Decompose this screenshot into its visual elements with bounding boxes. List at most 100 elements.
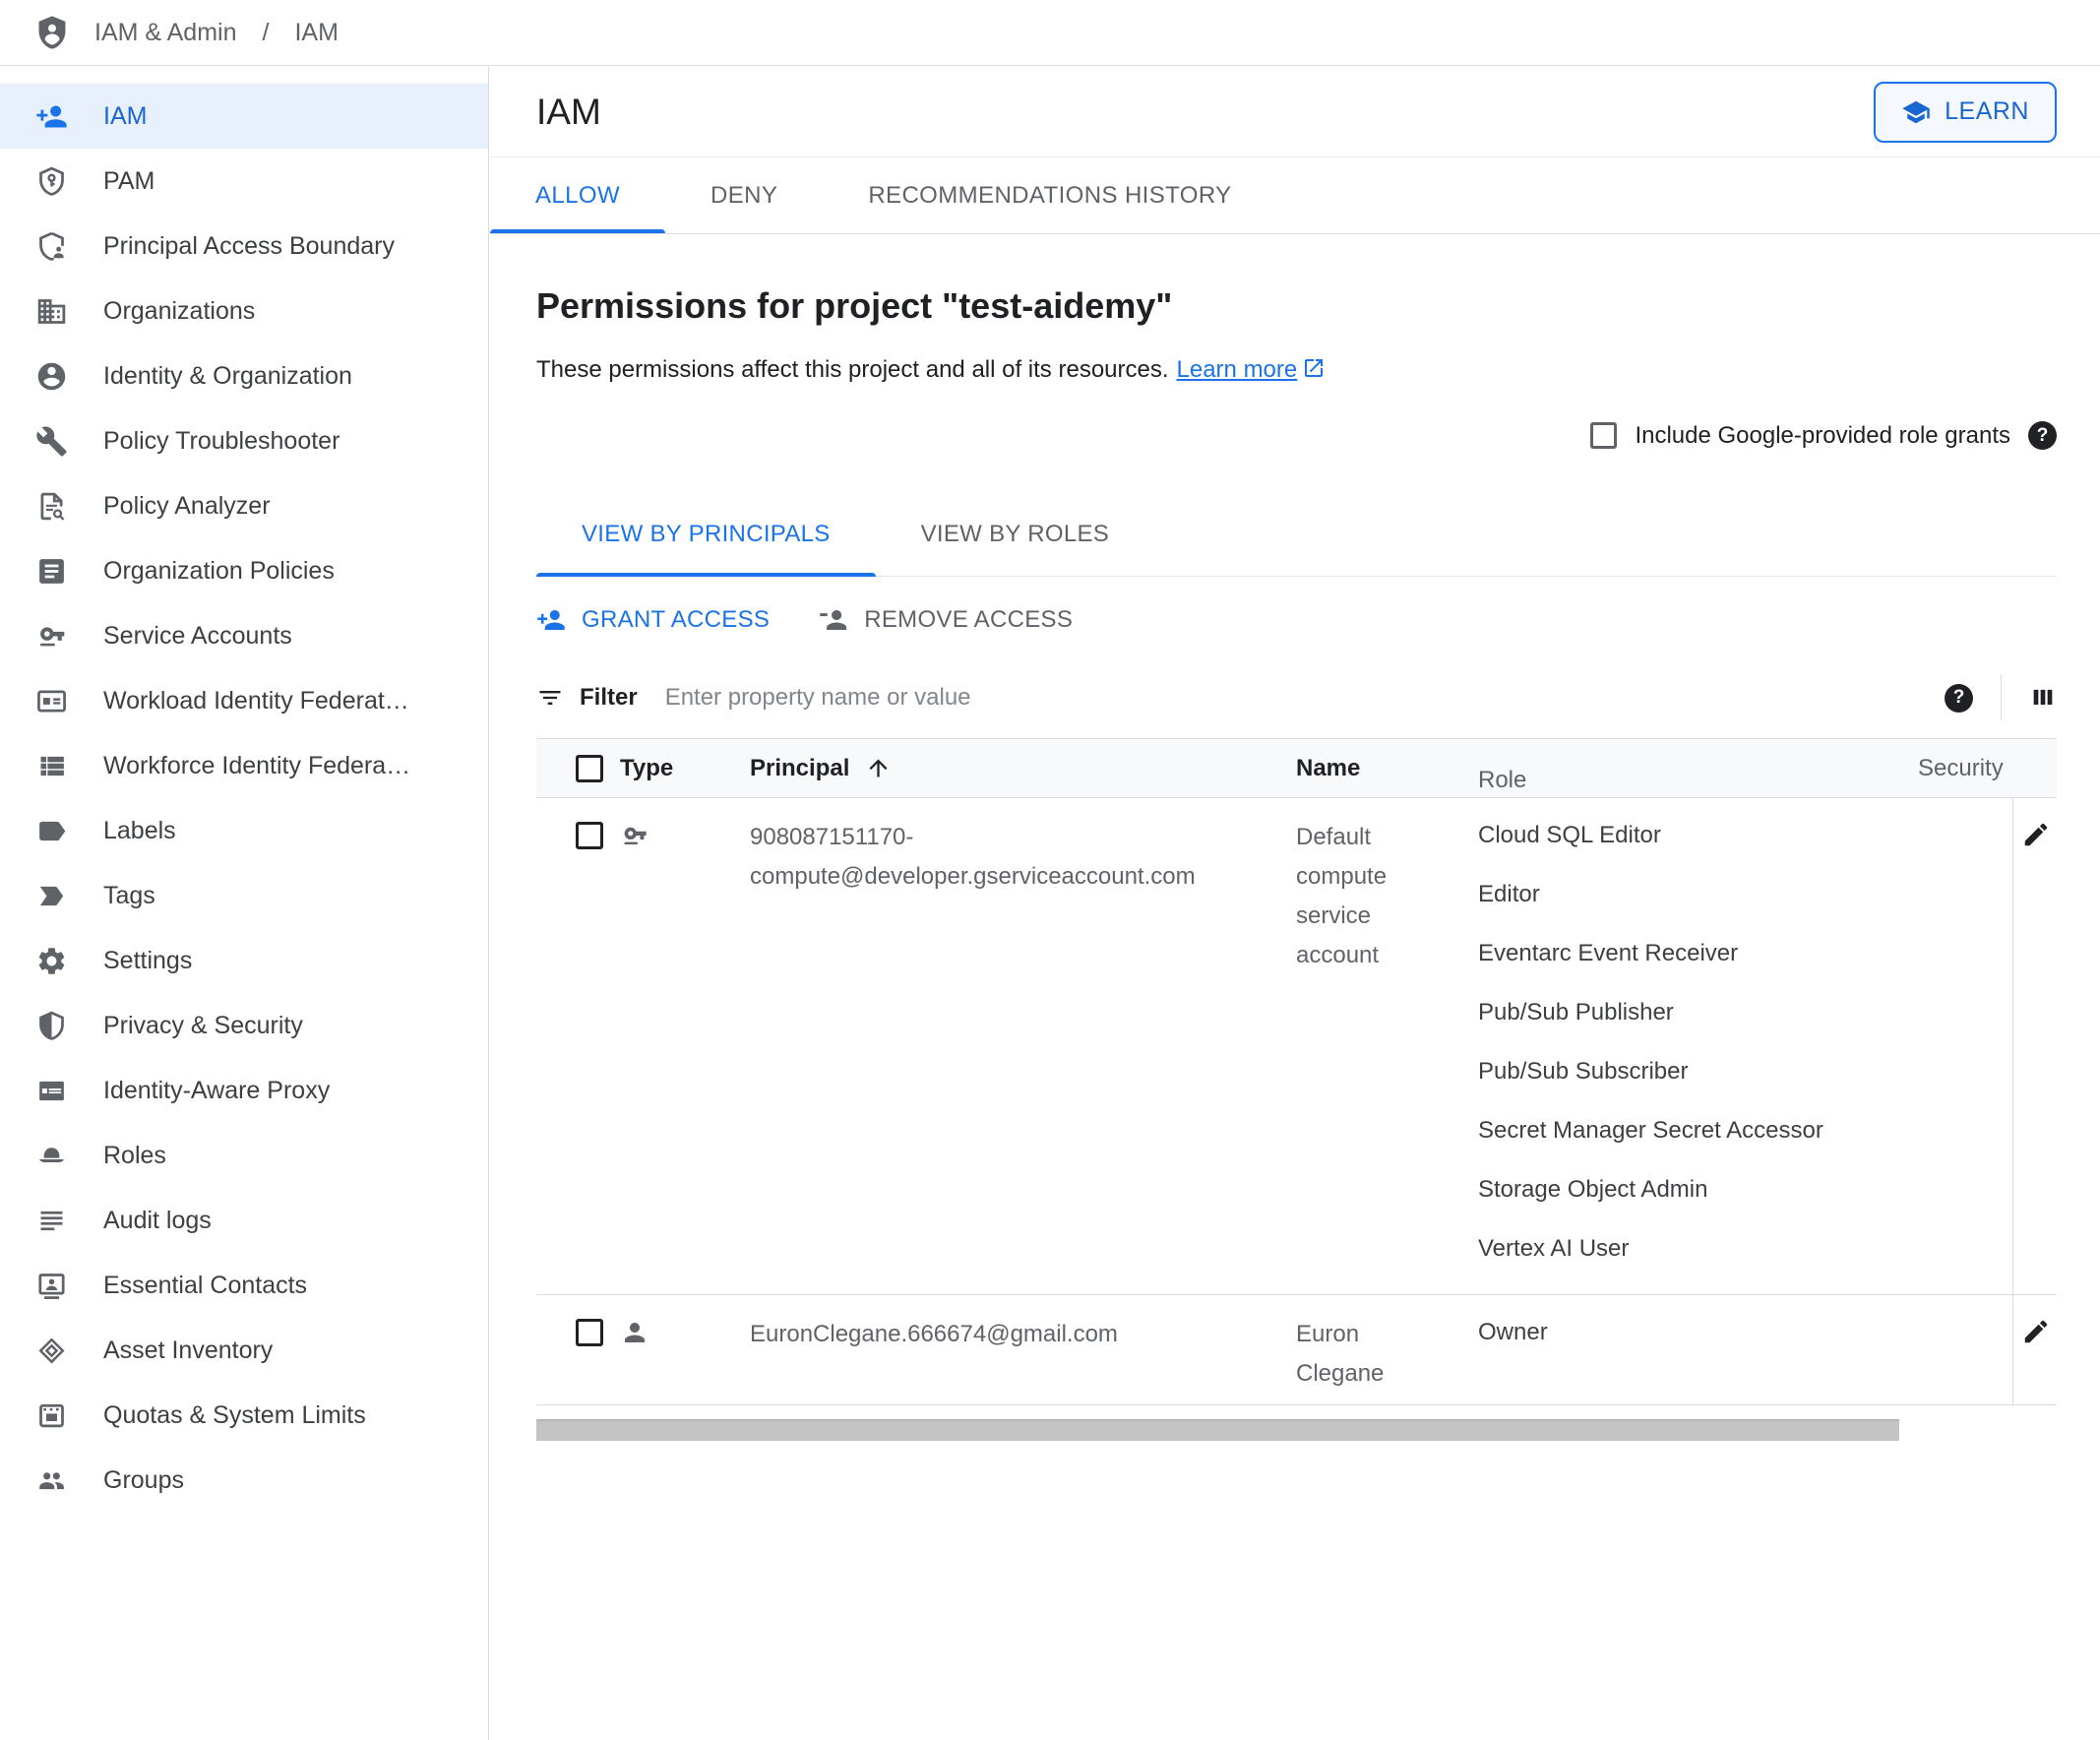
sidebar-item-quotas-system-limits[interactable]: Quotas & System Limits	[0, 1383, 488, 1448]
sidebar-item-label: Workload Identity Federat…	[103, 686, 409, 715]
sidebar-item-policy-troubleshooter[interactable]: Policy Troubleshooter	[0, 408, 488, 473]
sidebar-item-label: Organizations	[103, 296, 256, 325]
row-role: Storage Object Admin	[1478, 1176, 1708, 1203]
row-checkbox-cell	[536, 1295, 620, 1404]
school-icon	[1901, 97, 1931, 127]
sidebar-item-roles[interactable]: Roles	[0, 1123, 488, 1188]
filter-input[interactable]	[662, 683, 1945, 713]
edit-principal-button[interactable]	[2021, 820, 2051, 849]
principals-table: Type Principal Name Role Security 90808715117…	[536, 738, 2057, 1405]
label-icon	[35, 815, 68, 847]
sidebar-item-label: Policy Troubleshooter	[103, 426, 340, 455]
remove-access-label: REMOVE ACCESS	[864, 606, 1074, 633]
column-header-role[interactable]: Role	[1478, 743, 1918, 794]
person-add-icon	[35, 100, 68, 133]
sidebar-item-label: Audit logs	[103, 1206, 212, 1234]
label-important-icon	[35, 880, 68, 912]
sidebar-item-label: Essential Contacts	[103, 1271, 308, 1299]
row-role: Cloud SQL Editor	[1478, 822, 1661, 848]
sidebar-item-labels[interactable]: Labels	[0, 798, 488, 863]
page-title: IAM	[536, 91, 601, 132]
column-header-name[interactable]: Name	[1296, 755, 1478, 782]
contact-icon	[35, 1270, 68, 1302]
sidebar-item-identity-aware-proxy[interactable]: Identity-Aware Proxy	[0, 1058, 488, 1123]
column-header-security[interactable]: Security	[1918, 755, 2012, 782]
sidebar-item-groups[interactable]: Groups	[0, 1448, 488, 1513]
sidebar-item-label: Asset Inventory	[103, 1336, 274, 1364]
permissions-heading: Permissions for project "test-aidemy"	[536, 285, 1173, 326]
list-icon	[35, 750, 68, 782]
row-checkbox[interactable]	[576, 1319, 603, 1346]
sidebar-item-label: Workforce Identity Federa…	[103, 751, 411, 779]
shield-key-icon	[35, 165, 68, 198]
grant-access-button[interactable]: GRANT ACCESS	[536, 605, 770, 635]
table-row: 908087151170-compute@developer.gservicea…	[536, 798, 2057, 1295]
header-checkbox-cell	[536, 754, 620, 782]
filter-help-icon[interactable]: ?	[1945, 683, 1973, 713]
sidebar-item-settings[interactable]: Settings	[0, 928, 488, 993]
horizontal-scrollbar-thumb[interactable]	[536, 1419, 1899, 1441]
row-checkbox[interactable]	[576, 822, 603, 849]
row-security-cell	[1918, 798, 2012, 1294]
open-in-new-icon	[1302, 356, 1326, 380]
select-all-checkbox[interactable]	[576, 754, 603, 782]
column-header-principal[interactable]: Principal	[750, 755, 1296, 782]
sidebar-item-tags[interactable]: Tags	[0, 863, 488, 928]
article-icon	[35, 555, 68, 588]
sidebar-item-workforce-identity-federa[interactable]: Workforce Identity Federa…	[0, 733, 488, 798]
include-google-roles-row: Include Google-provided role grants ?	[536, 421, 2057, 450]
sidebar-item-pam[interactable]: PAM	[0, 149, 488, 214]
view-tab-view-by-principals[interactable]: VIEW BY PRINCIPALS	[536, 493, 876, 577]
row-type-cell	[620, 798, 750, 1294]
person-add-icon	[536, 605, 566, 635]
title-row: IAM LEARN	[490, 67, 2100, 157]
view-tab-view-by-roles[interactable]: VIEW BY ROLES	[876, 493, 1155, 576]
row-role: Editor	[1478, 881, 1540, 907]
edit-principal-button[interactable]	[2021, 1317, 2051, 1346]
sidebar-item-label: Privacy & Security	[103, 1011, 303, 1039]
sidebar-item-label: Tags	[103, 881, 155, 909]
sidebar-item-identity-organization[interactable]: Identity & Organization	[0, 343, 488, 408]
key-badge-icon	[35, 620, 68, 652]
sidebar-item-privacy-security[interactable]: Privacy & Security	[0, 993, 488, 1058]
grant-access-label: GRANT ACCESS	[582, 606, 771, 633]
sidebar-item-organization-policies[interactable]: Organization Policies	[0, 538, 488, 603]
sidebar-item-label: Organization Policies	[103, 556, 335, 585]
sidebar-item-label: PAM	[103, 166, 155, 195]
tab-allow[interactable]: ALLOW	[490, 157, 666, 233]
learn-more-link[interactable]: Learn more	[1177, 356, 1298, 383]
sidebar-item-label: Policy Analyzer	[103, 491, 271, 520]
sidebar-item-label: Identity-Aware Proxy	[103, 1076, 331, 1104]
sidebar-item-label: Identity & Organization	[103, 361, 352, 390]
tab-deny[interactable]: DENY	[665, 157, 823, 233]
shield-half-icon	[35, 1010, 68, 1042]
hat-icon	[35, 1140, 68, 1172]
row-security-cell	[1918, 1295, 2012, 1404]
tab-recommendations-history[interactable]: RECOMMENDATIONS HISTORY	[823, 157, 1276, 233]
sidebar-item-iam[interactable]: IAM	[0, 84, 488, 149]
column-header-label: Name	[1296, 754, 1361, 781]
learn-button[interactable]: LEARN	[1874, 81, 2057, 143]
sidebar-item-principal-access-boundary[interactable]: Principal Access Boundary	[0, 214, 488, 279]
row-role: Pub/Sub Subscriber	[1478, 1058, 1689, 1085]
row-checkbox-cell	[536, 798, 620, 1294]
account-circle-icon	[35, 360, 68, 393]
remove-access-button[interactable]: REMOVE ACCESS	[819, 605, 1073, 635]
table-row: EuronClegane.666674@gmail.com Euron Clega…	[536, 1295, 2057, 1405]
include-google-roles-checkbox[interactable]	[1590, 422, 1618, 449]
column-display-icon[interactable]	[2029, 684, 2057, 712]
breadcrumb-separator: /	[262, 18, 270, 46]
include-help-icon[interactable]: ?	[2028, 421, 2057, 450]
allow-tab-content: Permissions for project "test-aidemy" Th…	[490, 285, 2100, 1441]
breadcrumb-app[interactable]: IAM & Admin	[94, 19, 237, 47]
sidebar-item-asset-inventory[interactable]: Asset Inventory	[0, 1318, 488, 1383]
sidebar-item-service-accounts[interactable]: Service Accounts	[0, 603, 488, 668]
sidebar-item-workload-identity-federat[interactable]: Workload Identity Federat…	[0, 668, 488, 733]
sidebar-item-organizations[interactable]: Organizations	[0, 279, 488, 343]
sidebar-item-policy-analyzer[interactable]: Policy Analyzer	[0, 473, 488, 538]
sidebar-item-audit-logs[interactable]: Audit logs	[0, 1188, 488, 1253]
quota-icon	[35, 1399, 68, 1432]
sidebar-item-essential-contacts[interactable]: Essential Contacts	[0, 1253, 488, 1318]
column-header-type[interactable]: Type	[620, 755, 750, 782]
row-role: Pub/Sub Publisher	[1478, 999, 1674, 1025]
